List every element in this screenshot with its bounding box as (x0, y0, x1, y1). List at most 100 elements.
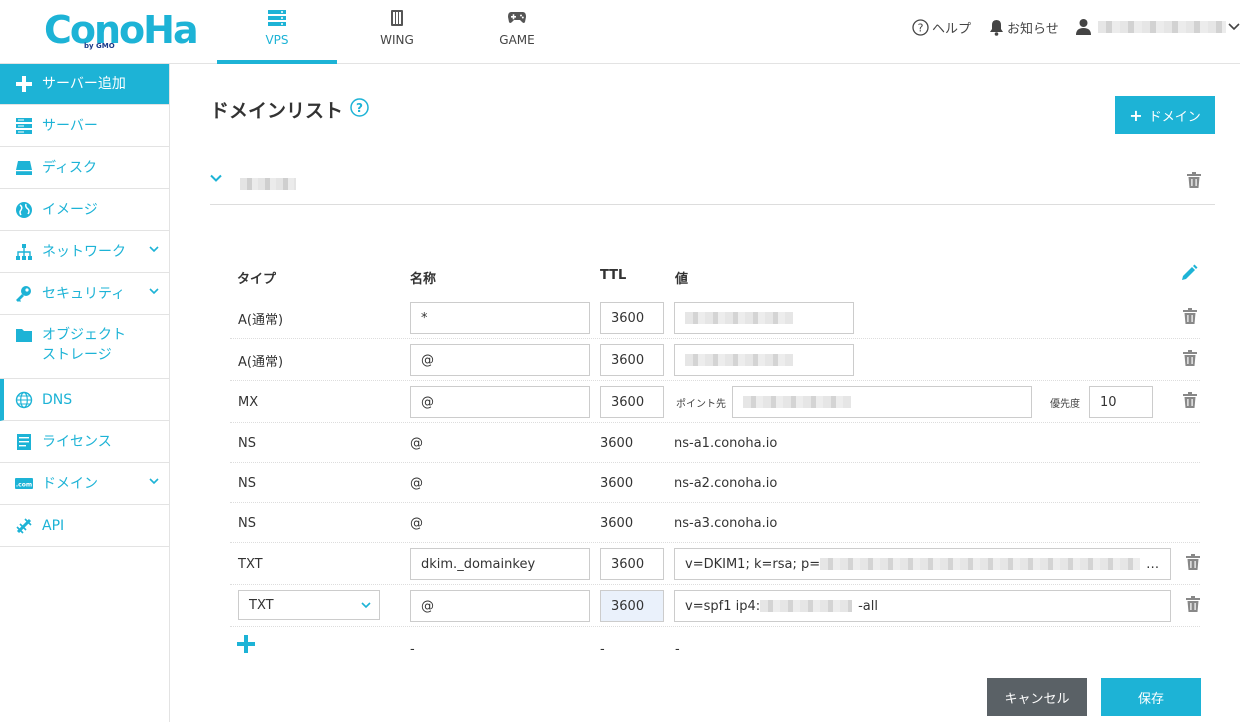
help-link[interactable]: ? ヘルプ (912, 18, 971, 37)
record-type: NS (238, 515, 256, 531)
gamepad-icon (507, 9, 527, 29)
record-ttl-input[interactable]: 3600 (600, 548, 664, 580)
tab-vps[interactable]: VPS (217, 0, 337, 64)
tab-wing-label: WING (380, 33, 414, 47)
add-record-plus-icon[interactable] (236, 634, 256, 658)
notice-link[interactable]: お知らせ (989, 18, 1059, 37)
record-type: A(通常) (238, 354, 284, 370)
tab-wing[interactable]: WING (337, 0, 457, 64)
chevron-down-icon[interactable] (210, 174, 222, 183)
conoha-logo[interactable]: ConoHa by GMO (44, 10, 199, 54)
tab-game-label: GAME (499, 33, 535, 47)
record-name-input[interactable]: * (410, 302, 590, 334)
tab-game[interactable]: GAME (457, 0, 577, 64)
globe-image-icon (14, 200, 34, 220)
priority-label: 優先度 (1050, 399, 1080, 410)
record-value: ns-a2.conoha.io (674, 475, 778, 491)
record-name-input[interactable]: @ (410, 386, 590, 418)
folder-icon (14, 325, 34, 345)
sidebar-item-label: イメージ (42, 201, 98, 218)
sidebar-item-security[interactable]: セキュリティ (0, 273, 169, 315)
point-label: ポイント先 (676, 399, 726, 410)
record-ttl-input[interactable]: 3600 (600, 386, 664, 418)
sidebar-item-label: ディスク (42, 159, 98, 176)
domain-row[interactable] (210, 160, 1215, 205)
record-name-input[interactable]: @ (410, 590, 590, 622)
top-header: ConoHa by GMO VPS WING GAME ? ヘルプ お知らせ (0, 0, 1240, 64)
record-name: @ (410, 475, 423, 491)
license-icon (14, 432, 34, 452)
help-circle-icon[interactable]: ? (350, 98, 369, 121)
record-name: @ (410, 515, 423, 531)
record-ttl-input[interactable]: 3600 (600, 344, 664, 376)
record-ttl-input[interactable]: 3600 (600, 302, 664, 334)
record-name-input[interactable]: @ (410, 344, 590, 376)
api-icon (14, 516, 34, 536)
sidebar-item-image[interactable]: イメージ (0, 189, 169, 231)
chevron-down-icon (149, 288, 159, 295)
pencil-icon[interactable] (1180, 264, 1198, 286)
sidebar-item-server[interactable]: サーバー (0, 105, 169, 147)
plus-icon (14, 74, 34, 94)
trash-icon[interactable] (1187, 172, 1201, 192)
logo-sub: by GMO (84, 42, 115, 50)
column-header-type: タイプ (237, 272, 277, 287)
table-row: A(通常) * 3600 (230, 297, 1200, 339)
help-circle-icon: ? (912, 19, 929, 36)
table-row: MX @ 3600 ポイント先 優先度 10 (230, 381, 1200, 423)
record-value: ns-a3.conoha.io (674, 515, 778, 531)
table-row: TXT @ 3600 v=spf1 ip4: -all (230, 585, 1200, 627)
cancel-button[interactable]: キャンセル (987, 678, 1087, 716)
value-redacted (685, 312, 793, 324)
record-type: NS (238, 435, 256, 451)
page-title: ドメインリスト (210, 100, 344, 122)
user-menu[interactable] (1076, 18, 1240, 35)
trash-icon[interactable] (1183, 350, 1197, 370)
record-ttl: 3600 (600, 435, 634, 451)
domain-name-redacted (240, 178, 296, 190)
record-type: TXT (238, 556, 263, 572)
sidebar-item-disk[interactable]: ディスク (0, 147, 169, 189)
trash-icon[interactable] (1183, 392, 1197, 412)
server-stack-icon (267, 9, 287, 31)
column-header-name: 名称 (410, 272, 437, 287)
sidebar-item-dns[interactable]: DNS (0, 379, 169, 421)
wing-server-icon (388, 9, 406, 31)
sidebar-item-domain[interactable]: .com ドメイン (0, 463, 169, 505)
sidebar-item-object-storage[interactable]: オブジェクト ストレージ (0, 315, 169, 379)
txt-value-prefix: v=spf1 ip4: (685, 598, 761, 614)
table-row: TXT dkim._domainkey 3600 v=DKIM1; k=rsa;… (230, 543, 1200, 585)
record-ttl-input[interactable]: 3600 (600, 590, 664, 622)
mx-point-input[interactable] (732, 386, 1032, 418)
bell-icon (990, 20, 1003, 36)
help-label: ヘルプ (932, 22, 972, 37)
table-row: A(通常) @ 3600 (230, 339, 1200, 381)
svg-text:?: ? (918, 22, 924, 35)
value-redacted (685, 354, 793, 366)
save-button[interactable]: 保存 (1101, 678, 1201, 716)
trash-icon[interactable] (1186, 596, 1200, 616)
chevron-down-icon (1228, 22, 1240, 30)
record-ttl: 3600 (600, 475, 634, 491)
trash-icon[interactable] (1183, 308, 1197, 328)
record-value-input[interactable] (674, 344, 854, 376)
sidebar-item-add-server[interactable]: サーバー追加 (0, 64, 169, 105)
record-value-input[interactable]: v=DKIM1; k=rsa; p= … (674, 548, 1171, 580)
add-domain-label: ドメイン (1148, 109, 1201, 125)
sidebar-item-license[interactable]: ライセンス (0, 421, 169, 463)
record-name-input[interactable]: dkim._domainkey (410, 548, 590, 580)
record-value-input[interactable] (674, 302, 854, 334)
notice-label: お知らせ (1007, 22, 1059, 37)
new-record-value: - (675, 642, 680, 657)
mx-priority-input[interactable]: 10 (1089, 386, 1153, 418)
sidebar-item-label: セキュリティ (42, 285, 126, 302)
record-value-input[interactable]: v=spf1 ip4: -all (674, 590, 1171, 622)
server-icon (14, 116, 34, 136)
record-type: NS (238, 475, 256, 491)
record-type-select[interactable]: TXT (238, 590, 380, 620)
sidebar-item-label: サーバー追加 (42, 76, 126, 92)
add-domain-button[interactable]: + ドメイン (1115, 96, 1215, 134)
sidebar-item-network[interactable]: ネットワーク (0, 231, 169, 273)
trash-icon[interactable] (1186, 554, 1200, 574)
sidebar-item-api[interactable]: API (0, 505, 169, 547)
